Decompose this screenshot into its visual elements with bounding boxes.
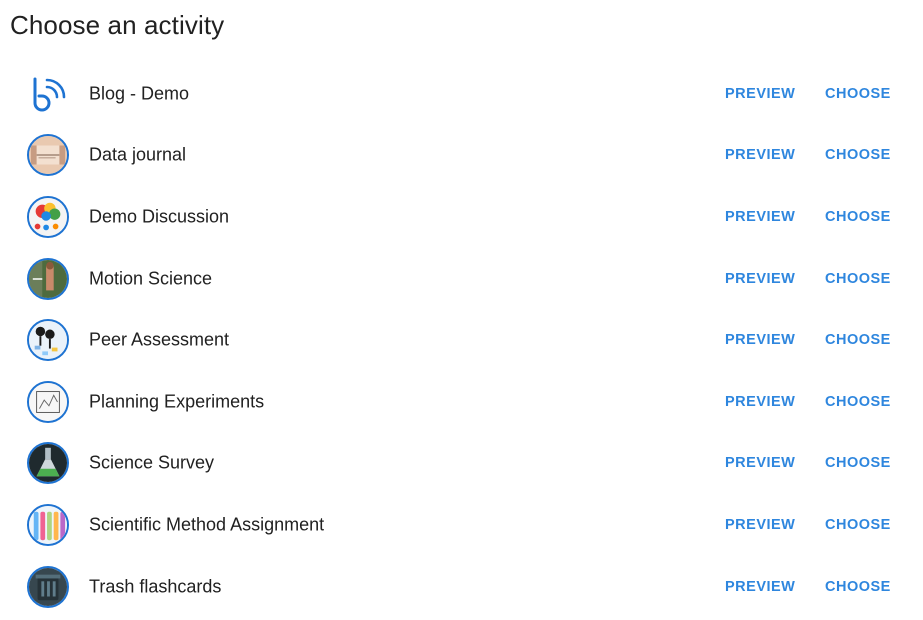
- preview-button[interactable]: PREVIEW: [725, 579, 795, 595]
- activity-row-scientific-method: Scientific Method Assignment PREVIEW CHO…: [0, 494, 923, 556]
- preview-button[interactable]: PREVIEW: [725, 517, 795, 533]
- activity-label: Demo Discussion: [89, 206, 230, 227]
- peer-assessment-thumbnail: [27, 319, 69, 362]
- planning-experiments-thumbnail: [27, 380, 69, 423]
- scientific-method-thumbnail: [27, 503, 69, 546]
- activity-row-trash-flashcards: Trash flashcards PREVIEW CHOOSE: [0, 556, 923, 618]
- preview-button[interactable]: PREVIEW: [725, 394, 795, 410]
- choose-button[interactable]: CHOOSE: [825, 332, 891, 348]
- page-title: Choose an activity: [10, 10, 225, 40]
- choose-button[interactable]: CHOOSE: [825, 394, 891, 410]
- activity-row-peer-assessment: Peer Assessment PREVIEW CHOOSE: [0, 309, 923, 371]
- preview-button[interactable]: PREVIEW: [725, 86, 795, 102]
- choose-button[interactable]: CHOOSE: [825, 86, 891, 102]
- choose-button[interactable]: CHOOSE: [825, 455, 891, 471]
- activity-label: Motion Science: [89, 268, 213, 289]
- activity-label: Peer Assessment: [89, 329, 230, 350]
- choose-button[interactable]: CHOOSE: [825, 517, 891, 533]
- data-journal-thumbnail: [27, 134, 69, 177]
- preview-button[interactable]: PREVIEW: [725, 332, 795, 348]
- choose-button[interactable]: CHOOSE: [825, 271, 891, 287]
- motion-science-thumbnail: [27, 257, 69, 300]
- choose-button[interactable]: CHOOSE: [825, 209, 891, 225]
- discussion-thumbnail: [27, 195, 69, 238]
- choose-button[interactable]: CHOOSE: [825, 579, 891, 595]
- activity-row-demo-discussion: Demo Discussion PREVIEW CHOOSE: [0, 186, 923, 248]
- choose-button[interactable]: CHOOSE: [825, 147, 891, 163]
- activity-row-data-journal: Data journal PREVIEW CHOOSE: [0, 125, 923, 187]
- science-survey-thumbnail: [27, 442, 69, 485]
- blog-logo-icon: [27, 73, 69, 115]
- activity-row-blog-demo: Blog - Demo PREVIEW CHOOSE: [0, 63, 923, 125]
- activity-label: Scientific Method Assignment: [89, 514, 325, 535]
- activity-row-science-survey: Science Survey PREVIEW CHOOSE: [0, 433, 923, 495]
- activity-row-motion-science: Motion Science PREVIEW CHOOSE: [0, 248, 923, 310]
- trash-flashcards-thumbnail: [27, 565, 69, 608]
- activity-label: Blog - Demo: [89, 83, 190, 104]
- activity-label: Planning Experiments: [89, 391, 265, 412]
- preview-button[interactable]: PREVIEW: [725, 209, 795, 225]
- activity-list: Blog - Demo PREVIEW CHOOSE Data journal …: [0, 63, 923, 617]
- activity-label: Data journal: [89, 144, 187, 165]
- activity-label: Trash flashcards: [89, 576, 222, 597]
- preview-button[interactable]: PREVIEW: [725, 147, 795, 163]
- preview-button[interactable]: PREVIEW: [725, 455, 795, 471]
- activity-chooser: Choose an activity Blog - Demo PREVIEW C…: [0, 0, 923, 620]
- activity-row-planning-experiments: Planning Experiments PREVIEW CHOOSE: [0, 371, 923, 433]
- activity-label: Science Survey: [89, 452, 215, 473]
- preview-button[interactable]: PREVIEW: [725, 271, 795, 287]
